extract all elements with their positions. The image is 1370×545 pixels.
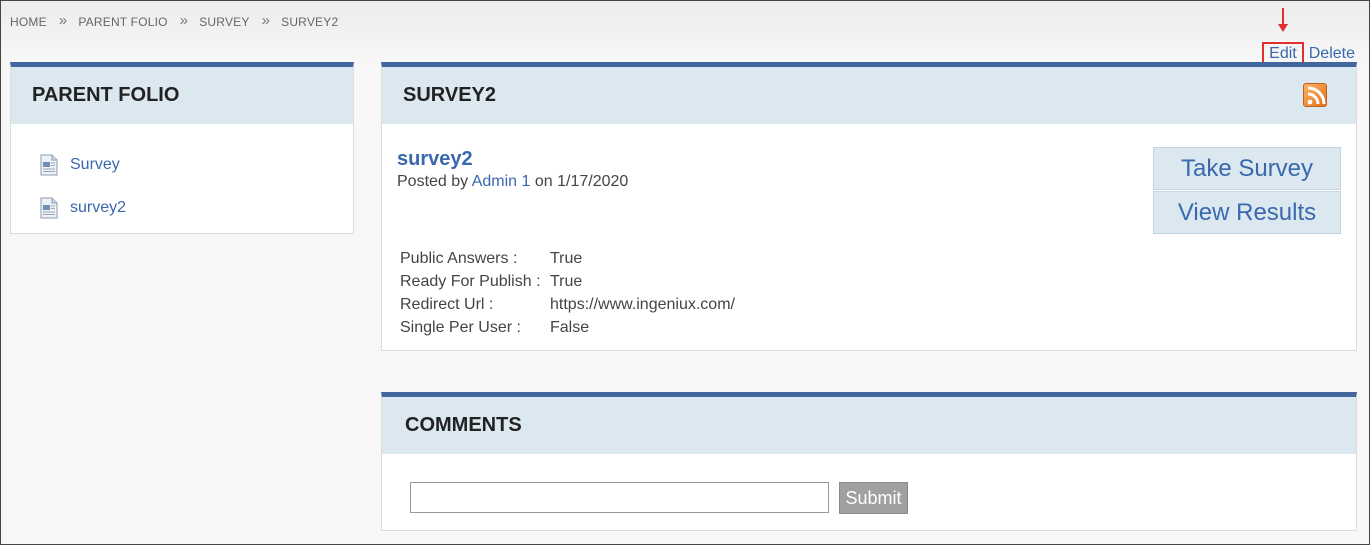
breadcrumb-separator: » [58,12,68,29]
comments-title: COMMENTS [382,397,1356,454]
posted-prefix: Posted by [397,173,469,190]
property-key: Single Per User : [400,319,521,336]
property-row: Single Per User : False [400,316,735,339]
comment-input[interactable] [410,482,829,513]
take-survey-button[interactable]: Take Survey [1153,147,1341,190]
list-item: survey2 [39,186,353,229]
rss-icon[interactable] [1303,83,1327,107]
property-value: True [550,273,583,290]
parent-folio-title: PARENT FOLIO [11,67,353,124]
author-link[interactable]: Admin 1 [472,173,531,190]
breadcrumb: HOME » PARENT FOLIO » SURVEY » SURVEY2 [10,12,339,30]
breadcrumb-separator: » [179,12,189,29]
page-frame: HOME » PARENT FOLIO » SURVEY » SURVEY2 E… [0,0,1370,545]
posted-meta: Posted by Admin 1 on 1/17/2020 [397,173,628,191]
sidebar-item-survey[interactable]: Survey [70,156,120,174]
property-row: Public Answers : True [400,247,735,270]
post-title-link[interactable]: survey2 [397,148,473,171]
delete-link[interactable]: Delete [1309,45,1355,63]
annotation-arrow-icon [1278,8,1288,32]
folio-list: Survey survey2 [11,124,353,229]
breadcrumb-separator: » [261,12,271,29]
property-value: https://www.ingeniux.com/ [550,296,735,313]
survey-actions: Take Survey View Results [1153,147,1341,234]
property-value: False [550,319,590,336]
property-key: Public Answers : [400,250,518,267]
view-results-button[interactable]: View Results [1153,191,1341,234]
property-key: Ready For Publish : [400,273,541,290]
property-value: True [550,250,583,267]
sidebar-item-survey2[interactable]: survey2 [70,199,126,217]
survey-panel: SURVEY2 survey2 Posted by Admin 1 on 1/1… [381,62,1357,351]
document-icon [39,154,59,176]
breadcrumb-home[interactable]: HOME [10,15,47,29]
property-row: Ready For Publish : True [400,270,735,293]
parent-folio-panel: PARENT FOLIO Survey survey2 [10,62,354,234]
posted-date: on 1/17/2020 [534,173,629,190]
comments-panel: COMMENTS Submit [381,392,1357,531]
document-icon [39,197,59,219]
property-row: Redirect Url : https://www.ingeniux.com/ [400,293,735,316]
edit-link[interactable]: Edit [1269,45,1297,62]
list-item: Survey [39,143,353,186]
breadcrumb-current: SURVEY2 [281,14,339,29]
survey-panel-title: SURVEY2 [382,67,1356,124]
breadcrumb-parent-folio[interactable]: PARENT FOLIO [78,15,167,29]
breadcrumb-survey[interactable]: SURVEY [199,15,249,29]
submit-button[interactable]: Submit [839,482,908,514]
survey-properties: Public Answers : True Ready For Publish … [400,247,735,339]
property-key: Redirect Url : [400,296,494,313]
